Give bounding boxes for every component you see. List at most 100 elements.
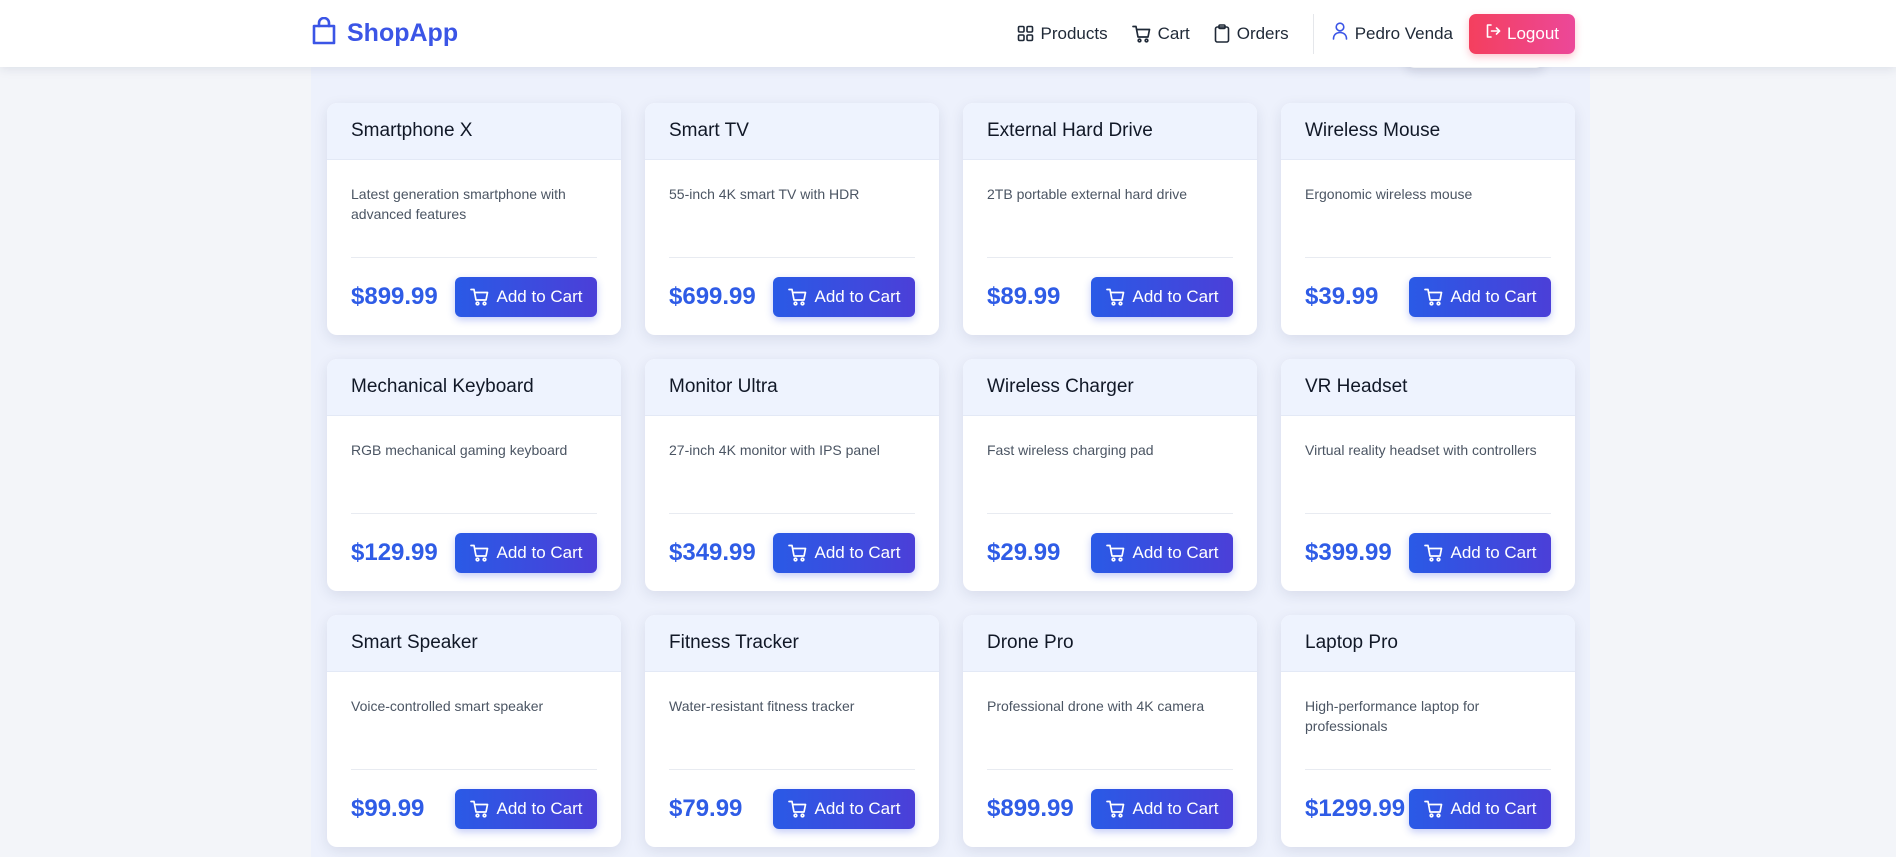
product-name: VR Headset bbox=[1305, 376, 1408, 397]
nav-products-link[interactable]: Products bbox=[1005, 14, 1120, 54]
product-name: Smartphone X bbox=[351, 120, 473, 141]
product-card-footer: $79.99 Add to Cart bbox=[645, 770, 939, 847]
product-card-header: Smart TV bbox=[645, 103, 939, 160]
product-card-footer: $1299.99 Add to Cart bbox=[1281, 770, 1575, 847]
product-card: Smart Speaker Voice-controlled smart spe… bbox=[327, 615, 621, 847]
product-name: Smart TV bbox=[669, 120, 749, 141]
product-card-body: Latest generation smartphone with advanc… bbox=[327, 160, 621, 257]
clipboard-icon bbox=[1214, 24, 1230, 43]
product-card-header: Drone Pro bbox=[963, 615, 1257, 672]
product-card: Monitor Ultra 27-inch 4K monitor with IP… bbox=[645, 359, 939, 591]
add-to-cart-button[interactable]: Add to Cart bbox=[1409, 788, 1551, 829]
cart-icon bbox=[787, 544, 807, 562]
product-card-footer: $699.99 Add to Cart bbox=[645, 258, 939, 335]
nav-divider bbox=[1312, 13, 1314, 54]
product-price: $129.99 bbox=[351, 538, 438, 566]
product-card-body: Fast wireless charging pad bbox=[963, 416, 1257, 513]
product-card-footer: $89.99 Add to Cart bbox=[963, 258, 1257, 335]
nav-cart-label: Cart bbox=[1157, 23, 1190, 43]
add-to-cart-button[interactable]: Add to Cart bbox=[1409, 532, 1551, 573]
add-to-cart-label: Add to Cart bbox=[1132, 798, 1219, 818]
product-description: RGB mechanical gaming keyboard bbox=[351, 442, 568, 458]
product-card: Smartphone X Latest generation smartphon… bbox=[327, 103, 621, 335]
cart-icon bbox=[469, 800, 489, 818]
product-price: $1299.99 bbox=[1305, 794, 1406, 822]
cart-icon bbox=[1105, 288, 1125, 306]
product-card-body: Voice-controlled smart speaker bbox=[327, 672, 621, 769]
product-card-footer: $29.99 Add to Cart bbox=[963, 514, 1257, 591]
nav-cart-link[interactable]: Cart bbox=[1120, 14, 1202, 54]
add-to-cart-button[interactable]: Add to Cart bbox=[1091, 532, 1233, 573]
product-price: $79.99 bbox=[669, 794, 743, 822]
product-grid: Smartphone X Latest generation smartphon… bbox=[327, 103, 1575, 847]
cart-icon bbox=[469, 544, 489, 562]
add-to-cart-button[interactable]: Add to Cart bbox=[455, 532, 597, 573]
brand-name: ShopApp bbox=[347, 19, 459, 47]
cart-icon bbox=[1423, 288, 1443, 306]
shopping-bag-icon bbox=[311, 16, 337, 50]
product-card-body: Ergonomic wireless mouse bbox=[1281, 160, 1575, 257]
product-name: Smart Speaker bbox=[351, 632, 478, 653]
product-description: Water-resistant fitness tracker bbox=[669, 698, 855, 714]
product-card-body: 27-inch 4K monitor with IPS panel bbox=[645, 416, 939, 513]
add-to-cart-button[interactable]: Add to Cart bbox=[455, 276, 597, 317]
product-name: Fitness Tracker bbox=[669, 632, 799, 653]
product-card-footer: $99.99 Add to Cart bbox=[327, 770, 621, 847]
brand-link[interactable]: ShopApp bbox=[311, 16, 459, 50]
product-description: 2TB portable external hard drive bbox=[987, 186, 1187, 202]
logout-icon bbox=[1485, 23, 1501, 44]
product-price: $29.99 bbox=[987, 538, 1061, 566]
cart-icon bbox=[1423, 544, 1443, 562]
cart-icon bbox=[1105, 544, 1125, 562]
product-card-header: Fitness Tracker bbox=[645, 615, 939, 672]
cart-icon bbox=[787, 288, 807, 306]
product-card-body: High-performance laptop for professional… bbox=[1281, 672, 1575, 769]
product-price: $699.99 bbox=[669, 282, 756, 310]
add-to-cart-label: Add to Cart bbox=[1450, 542, 1537, 562]
add-to-cart-label: Add to Cart bbox=[1450, 286, 1537, 306]
product-card: Mechanical Keyboard RGB mechanical gamin… bbox=[327, 359, 621, 591]
product-description: 27-inch 4K monitor with IPS panel bbox=[669, 442, 880, 458]
nav-orders-label: Orders bbox=[1236, 23, 1289, 43]
product-card-header: Smart Speaker bbox=[327, 615, 621, 672]
add-to-cart-button[interactable]: Add to Cart bbox=[773, 532, 915, 573]
main-content: Smartphone X Latest generation smartphon… bbox=[311, 0, 1590, 857]
product-name: Mechanical Keyboard bbox=[351, 376, 534, 397]
product-price: $899.99 bbox=[987, 794, 1074, 822]
product-name: Monitor Ultra bbox=[669, 376, 778, 397]
add-to-cart-label: Add to Cart bbox=[814, 286, 901, 306]
add-to-cart-button[interactable]: Add to Cart bbox=[773, 788, 915, 829]
product-name: Drone Pro bbox=[987, 632, 1074, 653]
product-card-body: RGB mechanical gaming keyboard bbox=[327, 416, 621, 513]
add-to-cart-button[interactable]: Add to Cart bbox=[1409, 276, 1551, 317]
product-card-header: Mechanical Keyboard bbox=[327, 359, 621, 416]
add-to-cart-label: Add to Cart bbox=[496, 286, 583, 306]
add-to-cart-button[interactable]: Add to Cart bbox=[773, 276, 915, 317]
product-card: Drone Pro Professional drone with 4K cam… bbox=[963, 615, 1257, 847]
product-card-footer: $399.99 Add to Cart bbox=[1281, 514, 1575, 591]
product-price: $39.99 bbox=[1305, 282, 1379, 310]
add-to-cart-label: Add to Cart bbox=[496, 542, 583, 562]
nav-orders-link[interactable]: Orders bbox=[1202, 14, 1301, 54]
product-card-footer: $899.99 Add to Cart bbox=[963, 770, 1257, 847]
product-card-header: Monitor Ultra bbox=[645, 359, 939, 416]
product-card-body: 55-inch 4K smart TV with HDR bbox=[645, 160, 939, 257]
product-card-footer: $129.99 Add to Cart bbox=[327, 514, 621, 591]
cart-icon bbox=[1423, 800, 1443, 818]
product-name: Wireless Charger bbox=[987, 376, 1134, 397]
logout-button[interactable]: Logout bbox=[1469, 13, 1575, 54]
product-card: Smart TV 55-inch 4K smart TV with HDR $6… bbox=[645, 103, 939, 335]
product-card: External Hard Drive 2TB portable externa… bbox=[963, 103, 1257, 335]
add-to-cart-button[interactable]: Add to Cart bbox=[1091, 788, 1233, 829]
product-description: Professional drone with 4K camera bbox=[987, 698, 1205, 714]
product-price: $349.99 bbox=[669, 538, 756, 566]
add-to-cart-label: Add to Cart bbox=[814, 542, 901, 562]
add-to-cart-button[interactable]: Add to Cart bbox=[1091, 276, 1233, 317]
add-to-cart-button[interactable]: Add to Cart bbox=[455, 788, 597, 829]
product-description: 55-inch 4K smart TV with HDR bbox=[669, 186, 860, 202]
add-to-cart-label: Add to Cart bbox=[1132, 542, 1219, 562]
product-card: Laptop Pro High-performance laptop for p… bbox=[1281, 615, 1575, 847]
navbar: ShopApp Products Cart Orders Pedro Venda… bbox=[0, 0, 1896, 67]
logout-label: Logout bbox=[1507, 23, 1559, 43]
grid-icon bbox=[1017, 25, 1034, 42]
